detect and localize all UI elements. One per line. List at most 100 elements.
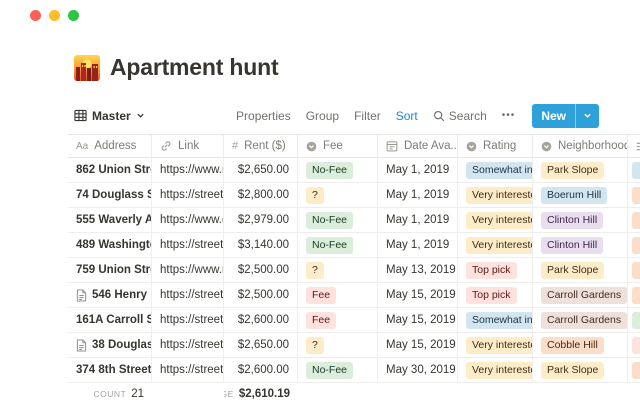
- column-header-rent[interactable]: #Rent ($): [224, 135, 298, 157]
- more-options-button[interactable]: •••: [502, 110, 516, 121]
- cell-neighborhood[interactable]: Park Slope: [533, 158, 628, 182]
- cell-rating[interactable]: Somewhat interested: [458, 158, 533, 182]
- sort-button[interactable]: Sort: [396, 109, 418, 123]
- cell-address[interactable]: 74 Douglass St: [68, 183, 152, 207]
- cell-address[interactable]: 161A Carroll St: [68, 308, 152, 332]
- column-header-rating[interactable]: Rating: [458, 135, 533, 157]
- column-header-address[interactable]: AaAddress: [68, 135, 152, 157]
- cell-date-available[interactable]: May 15, 2019: [378, 283, 458, 307]
- cell-fee[interactable]: No-Fee: [298, 208, 378, 232]
- cell-address[interactable]: 546 Henry: [68, 283, 152, 307]
- cell-rent[interactable]: $2,600.00: [224, 308, 298, 332]
- cell-neighborhood[interactable]: Cobble Hill: [533, 333, 628, 357]
- cell-neighborhood[interactable]: Park Slope: [533, 258, 628, 282]
- cell-rent[interactable]: $2,979.00: [224, 208, 298, 232]
- cell-rating[interactable]: Very interested: [458, 358, 533, 382]
- table-row[interactable]: 862 Union Stre https://www.na $2,650.00 …: [68, 158, 640, 183]
- cell-neighborhood[interactable]: Park Slope: [533, 358, 628, 382]
- cell-fee[interactable]: No-Fee: [298, 233, 378, 257]
- cell-address[interactable]: 489 Washingto: [68, 233, 152, 257]
- cell-date-available[interactable]: May 30, 2019: [378, 358, 458, 382]
- filter-button[interactable]: Filter: [354, 109, 381, 123]
- cell-date-available[interactable]: May 13, 2019: [378, 258, 458, 282]
- minimize-button[interactable]: [49, 10, 60, 21]
- cell-date-available[interactable]: May 1, 2019: [378, 183, 458, 207]
- cell-link[interactable]: https://streetea: [152, 333, 224, 357]
- cell-address[interactable]: 374 8th Street: [68, 358, 152, 382]
- count-aggregate[interactable]: COUNT 21: [68, 387, 152, 400]
- cell-fee[interactable]: No-Fee: [298, 158, 378, 182]
- column-header-hidden-column[interactable]: [628, 135, 640, 157]
- table-row[interactable]: 489 Washingto https://streetea $3,140.00…: [68, 233, 640, 258]
- cell-address[interactable]: 38 Douglas: [68, 333, 152, 357]
- column-header-date-ava[interactable]: Date Ava...: [378, 135, 458, 157]
- cell-link[interactable]: https://streetea: [152, 358, 224, 382]
- average-aggregate[interactable]: AVERAGE $2,610.19: [224, 387, 298, 400]
- cell-link[interactable]: https://streetea: [152, 183, 224, 207]
- cell-fee[interactable]: ?: [298, 183, 378, 207]
- cell-link[interactable]: https://www.cit: [152, 208, 224, 232]
- table-row[interactable]: 374 8th Street https://streetea $2,600.0…: [68, 358, 640, 383]
- zoom-button[interactable]: [68, 10, 79, 21]
- fee-tag: No-Fee: [306, 237, 353, 254]
- cell-rating[interactable]: Top pick: [458, 283, 533, 307]
- cell-fee[interactable]: ?: [298, 258, 378, 282]
- cell-address[interactable]: 759 Union Stre: [68, 258, 152, 282]
- cell-rent[interactable]: $2,800.00: [224, 183, 298, 207]
- cell-rating[interactable]: Very interested: [458, 233, 533, 257]
- cell-neighborhood[interactable]: Boerum Hill: [533, 183, 628, 207]
- cell-fee[interactable]: Fee: [298, 308, 378, 332]
- cell-rent[interactable]: $2,500.00: [224, 283, 298, 307]
- cell-rent[interactable]: $2,500.00: [224, 258, 298, 282]
- cell-neighborhood[interactable]: Clinton Hill: [533, 233, 628, 257]
- cell-rent[interactable]: $2,650.00: [224, 333, 298, 357]
- cell-date-available[interactable]: May 15, 2019: [378, 308, 458, 332]
- cell-link[interactable]: https://streetea: [152, 233, 224, 257]
- table-row[interactable]: 38 Douglas https://streetea $2,650.00 ? …: [68, 333, 640, 358]
- properties-button[interactable]: Properties: [236, 109, 291, 123]
- cell-rating[interactable]: Somewhat interested: [458, 308, 533, 332]
- search-button[interactable]: Search: [433, 109, 487, 123]
- column-header-link[interactable]: Link: [152, 135, 224, 157]
- cell-rent[interactable]: $2,650.00: [224, 158, 298, 182]
- cell-neighborhood[interactable]: Clinton Hill: [533, 208, 628, 232]
- cell-rating[interactable]: Very interested: [458, 333, 533, 357]
- cell-date-available[interactable]: May 1, 2019: [378, 158, 458, 182]
- group-button[interactable]: Group: [306, 109, 339, 123]
- cell-address[interactable]: 555 Waverly A: [68, 208, 152, 232]
- cell-link[interactable]: https://www.na: [152, 258, 224, 282]
- cell-address[interactable]: 862 Union Stre: [68, 158, 152, 182]
- close-button[interactable]: [30, 10, 41, 21]
- new-dropdown-button[interactable]: [576, 111, 599, 120]
- cell-fee[interactable]: No-Fee: [298, 358, 378, 382]
- cell-date-available[interactable]: May 1, 2019: [378, 208, 458, 232]
- view-switcher[interactable]: Master: [74, 109, 145, 123]
- cell-rent[interactable]: $2,600.00: [224, 358, 298, 382]
- cell-offscreen: [628, 308, 640, 332]
- cell-date-available[interactable]: May 1, 2019: [378, 233, 458, 257]
- cell-fee[interactable]: Fee: [298, 283, 378, 307]
- cell-neighborhood[interactable]: Carroll Gardens: [533, 283, 628, 307]
- cell-rating[interactable]: Very interested: [458, 183, 533, 207]
- table-row[interactable]: 161A Carroll St https://streetea $2,600.…: [68, 308, 640, 333]
- fee-tag: ?: [306, 262, 324, 279]
- date-text: May 1, 2019: [386, 239, 449, 251]
- cell-neighborhood[interactable]: Carroll Gardens: [533, 308, 628, 332]
- table-row[interactable]: 555 Waverly A https://www.cit $2,979.00 …: [68, 208, 640, 233]
- cell-date-available[interactable]: May 15, 2019: [378, 333, 458, 357]
- cell-link[interactable]: https://streetea: [152, 308, 224, 332]
- cell-fee[interactable]: ?: [298, 333, 378, 357]
- cell-link[interactable]: https://streetea: [152, 283, 224, 307]
- table-row[interactable]: 546 Henry https://streetea $2,500.00 Fee…: [68, 283, 640, 308]
- cell-rating[interactable]: Very interested: [458, 208, 533, 232]
- table-row[interactable]: 759 Union Stre https://www.na $2,500.00 …: [68, 258, 640, 283]
- cell-link[interactable]: https://www.na: [152, 158, 224, 182]
- cell-rent[interactable]: $3,140.00: [224, 233, 298, 257]
- column-header-neighborhood[interactable]: Neighborhood: [533, 135, 628, 157]
- cell-rating[interactable]: Top pick: [458, 258, 533, 282]
- page-header: Apartment hunt: [74, 54, 278, 81]
- column-header-fee[interactable]: Fee: [298, 135, 378, 157]
- table-row[interactable]: 74 Douglass St https://streetea $2,800.0…: [68, 183, 640, 208]
- address-text: 862 Union Stre: [76, 164, 152, 176]
- new-button[interactable]: New: [532, 109, 575, 123]
